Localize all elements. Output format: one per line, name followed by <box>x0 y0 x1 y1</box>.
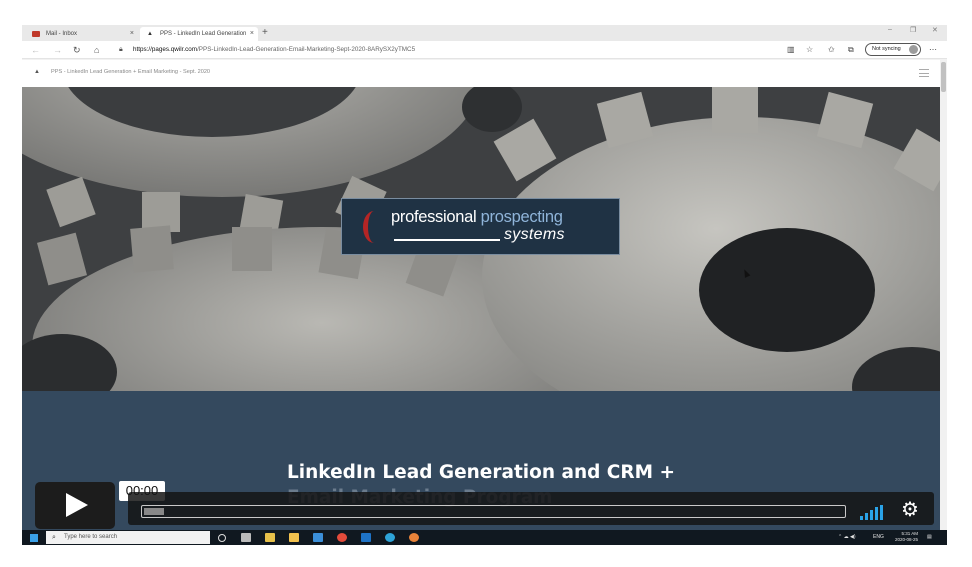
screen: Mail - Inbox × ▲ PPS - LinkedIn Lead Gen… <box>0 0 972 567</box>
close-tab-icon[interactable]: × <box>130 27 134 41</box>
mail-icon <box>32 31 40 37</box>
edge-icon[interactable] <box>385 533 395 542</box>
page-scrollbar[interactable] <box>940 60 947 530</box>
mail-app-icon[interactable] <box>313 533 323 542</box>
taskbar-clock[interactable]: 5:31 AM 2020-08-25 <box>890 531 918 543</box>
task-view-icon[interactable] <box>241 533 251 542</box>
lock-icon[interactable]: 🔒︎ <box>119 43 123 57</box>
url-path: /PPS-LinkedIn-Lead-Generation-Email-Mark… <box>197 46 416 53</box>
favorites-icon[interactable]: ✩ <box>828 44 835 56</box>
app-icon[interactable] <box>409 533 419 542</box>
menu-icon[interactable] <box>919 69 929 77</box>
progress-thumb[interactable] <box>144 508 164 515</box>
file-explorer-icon[interactable] <box>289 533 299 542</box>
qwilr-icon: ▲ <box>147 31 153 37</box>
company-logo: professional prospecting systems <box>341 198 620 255</box>
more-menu-icon[interactable]: ⋯ <box>929 44 937 56</box>
sync-label: Not syncing <box>872 46 901 52</box>
tray-icons[interactable]: ⌃ ☁ ◀) <box>838 532 855 543</box>
store-icon[interactable] <box>265 533 275 542</box>
logo-swoosh-icon <box>363 211 385 243</box>
address-field[interactable]: https://pages.qwilr.com/PPS-LinkedIn-Lea… <box>133 44 415 56</box>
windows-start-icon[interactable] <box>30 534 38 542</box>
cortana-icon[interactable] <box>218 534 226 542</box>
home-icon[interactable]: ⌂ <box>94 43 99 57</box>
new-tab-button[interactable]: + <box>262 27 268 39</box>
sync-button[interactable]: Not syncing <box>865 43 921 56</box>
tab-label: Mail - Inbox <box>46 31 78 37</box>
logo-text-line1: professional prospecting <box>391 208 563 227</box>
close-tab-icon[interactable]: × <box>250 27 254 41</box>
language-indicator[interactable]: ENG <box>873 532 884 543</box>
taskbar-search-input[interactable]: ⌕ Type here to search <box>46 531 210 544</box>
logo-word-professional: professional <box>391 208 477 226</box>
back-icon[interactable]: ← <box>31 43 40 57</box>
logo-word-prospecting: prospecting <box>480 208 563 226</box>
tab-strip: Mail - Inbox × ▲ PPS - LinkedIn Lead Gen… <box>22 25 947 41</box>
collections-icon[interactable]: ⧉ <box>848 44 854 56</box>
forward-icon[interactable]: → <box>53 43 62 57</box>
chrome-icon[interactable] <box>337 533 347 542</box>
page-header: ▲ PPS - LinkedIn Lead Generation + Email… <box>22 60 940 87</box>
tab-label: PPS - LinkedIn Lead Generation <box>160 31 247 37</box>
search-placeholder: Type here to search <box>64 534 118 540</box>
qwilr-logo-icon[interactable]: ▲ <box>34 69 40 75</box>
close-window-icon[interactable]: ✕ <box>932 26 938 34</box>
outlook-icon[interactable] <box>361 533 371 542</box>
video-control-bar: ⚙ <box>128 492 934 525</box>
minimize-icon[interactable]: – <box>888 26 892 33</box>
refresh-icon[interactable]: ↻ <box>73 43 81 57</box>
web-page: ▲ PPS - LinkedIn Lead Generation + Email… <box>22 60 947 530</box>
tab-pps-linkedin[interactable]: ▲ PPS - LinkedIn Lead Generation × <box>140 27 258 41</box>
reading-view-icon[interactable]: ▥ <box>787 44 795 56</box>
play-icon <box>66 493 88 517</box>
search-icon: ⌕ <box>52 534 56 541</box>
restore-icon[interactable]: ❐ <box>910 26 916 34</box>
page-title: PPS - LinkedIn Lead Generation + Email M… <box>51 69 211 75</box>
play-button[interactable] <box>35 482 115 529</box>
windows-taskbar: ⌕ Type here to search ⌃ ☁ ◀) ENG 5:31 AM… <box>22 530 947 545</box>
settings-gear-icon[interactable]: ⚙ <box>901 500 919 520</box>
url-host: https://pages.qwilr.com <box>133 46 198 53</box>
volume-icon[interactable] <box>860 505 890 520</box>
scrollbar-thumb[interactable] <box>941 62 946 92</box>
video-progress-bar[interactable] <box>141 505 846 518</box>
logo-rule <box>394 239 500 241</box>
profile-avatar-icon <box>909 45 918 54</box>
favorite-star-icon[interactable]: ☆ <box>806 44 813 56</box>
logo-word-systems: systems <box>504 226 565 243</box>
address-toolbar: ← → ↻ ⌂ 🔒︎ https://pages.qwilr.com/PPS-L… <box>22 41 947 59</box>
notifications-icon[interactable]: ▤ <box>927 532 932 543</box>
hero-image: professional prospecting systems <box>22 87 940 391</box>
headline-line1: LinkedIn Lead Generation and CRM + <box>287 462 675 483</box>
clock-date: 2020-08-25 <box>894 537 918 542</box>
tab-mail-inbox[interactable]: Mail - Inbox × <box>26 27 138 41</box>
browser-window: Mail - Inbox × ▲ PPS - LinkedIn Lead Gen… <box>22 25 947 545</box>
